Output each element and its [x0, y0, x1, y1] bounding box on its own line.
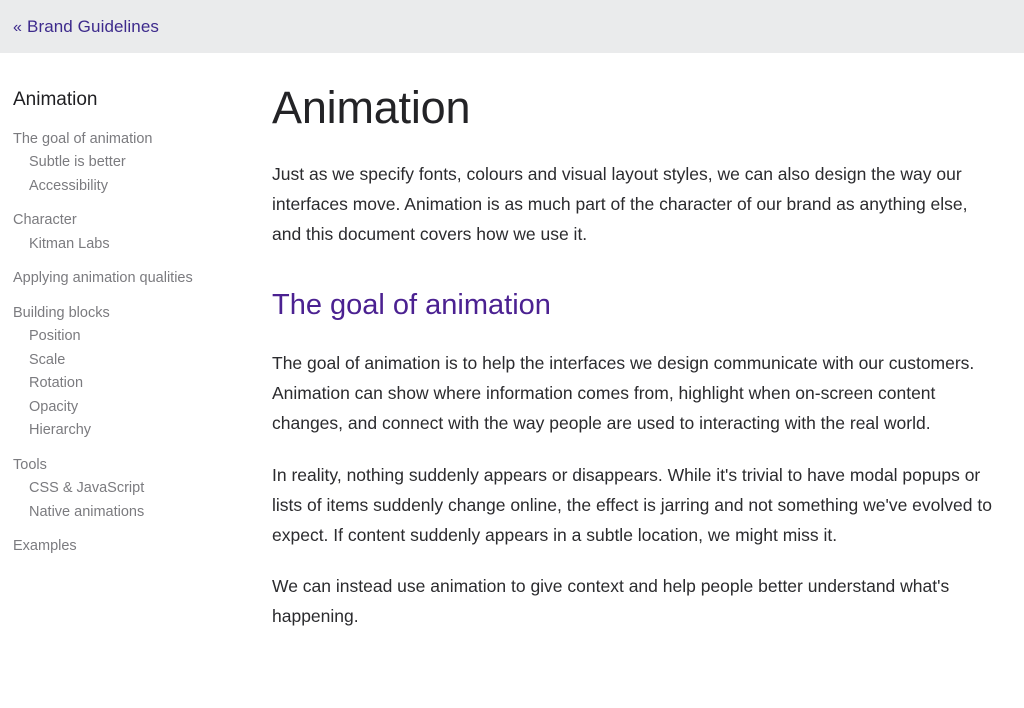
sidebar-item-the-goal-of-animation[interactable]: The goal of animation: [13, 128, 254, 151]
sidebar-nav-group: Character Kitman Labs: [13, 209, 254, 256]
sidebar-item-hierarchy[interactable]: Hierarchy: [13, 419, 254, 442]
sidebar-item-examples[interactable]: Examples: [13, 535, 254, 558]
sidebar-item-accessibility[interactable]: Accessibility: [13, 175, 254, 198]
sidebar-nav-group: Tools CSS & JavaScript Native animations: [13, 454, 254, 524]
sidebar-item-css-javascript[interactable]: CSS & JavaScript: [13, 477, 254, 500]
sidebar-item-rotation[interactable]: Rotation: [13, 372, 254, 395]
breadcrumb-back-link[interactable]: « Brand Guidelines: [13, 17, 159, 37]
sidebar-item-scale[interactable]: Scale: [13, 349, 254, 372]
sidebar-nav-group: Applying animation qualities: [13, 267, 254, 290]
double-chevron-left-icon: «: [13, 18, 22, 36]
sidebar-item-applying-animation-qualities[interactable]: Applying animation qualities: [13, 267, 254, 290]
intro-paragraph: Just as we specify fonts, colours and vi…: [272, 164, 968, 245]
sidebar-item-position[interactable]: Position: [13, 325, 254, 348]
sidebar-item-tools[interactable]: Tools: [13, 454, 254, 477]
sidebar-nav-group: Building blocks Position Scale Rotation Opac…: [13, 302, 254, 443]
section-body: The goal of animation is to help the int…: [272, 349, 1000, 632]
sidebar-item-building-blocks[interactable]: Building blocks: [13, 302, 254, 325]
sidebar-item-subtle-is-better[interactable]: Subtle is better: [13, 151, 254, 174]
page-body: Animation The goal of animation Subtle is…: [0, 53, 1024, 708]
section-heading-goal-of-animation: The goal of animation: [272, 289, 551, 322]
page-title: Animation: [272, 82, 471, 133]
breadcrumb-back-label: Brand Guidelines: [27, 16, 160, 36]
body-paragraph: We can instead use animation to give con…: [272, 576, 950, 627]
sidebar-nav-group: Examples: [13, 535, 254, 558]
sidebar-item-character[interactable]: Character: [13, 209, 254, 232]
sidebar-nav-group: The goal of animation Subtle is better Acc…: [13, 128, 254, 198]
body-paragraph: In reality, nothing suddenly appears or …: [272, 464, 992, 545]
sidebar-item-opacity[interactable]: Opacity: [13, 396, 254, 419]
sidebar-title: Animation: [13, 89, 98, 110]
sidebar-item-native-animations[interactable]: Native animations: [13, 501, 254, 524]
body-paragraph: The goal of animation is to help the int…: [272, 352, 975, 433]
sidebar-toc: Animation The goal of animation Subtle is…: [0, 53, 266, 559]
sidebar-nav-list: The goal of animation Subtle is better Acc…: [13, 128, 254, 559]
top-bar: « Brand Guidelines: [0, 0, 1024, 53]
sidebar-item-kitman-labs[interactable]: Kitman Labs: [13, 233, 254, 256]
main-content: Animation Just as we specify fonts, colo…: [266, 53, 1024, 654]
